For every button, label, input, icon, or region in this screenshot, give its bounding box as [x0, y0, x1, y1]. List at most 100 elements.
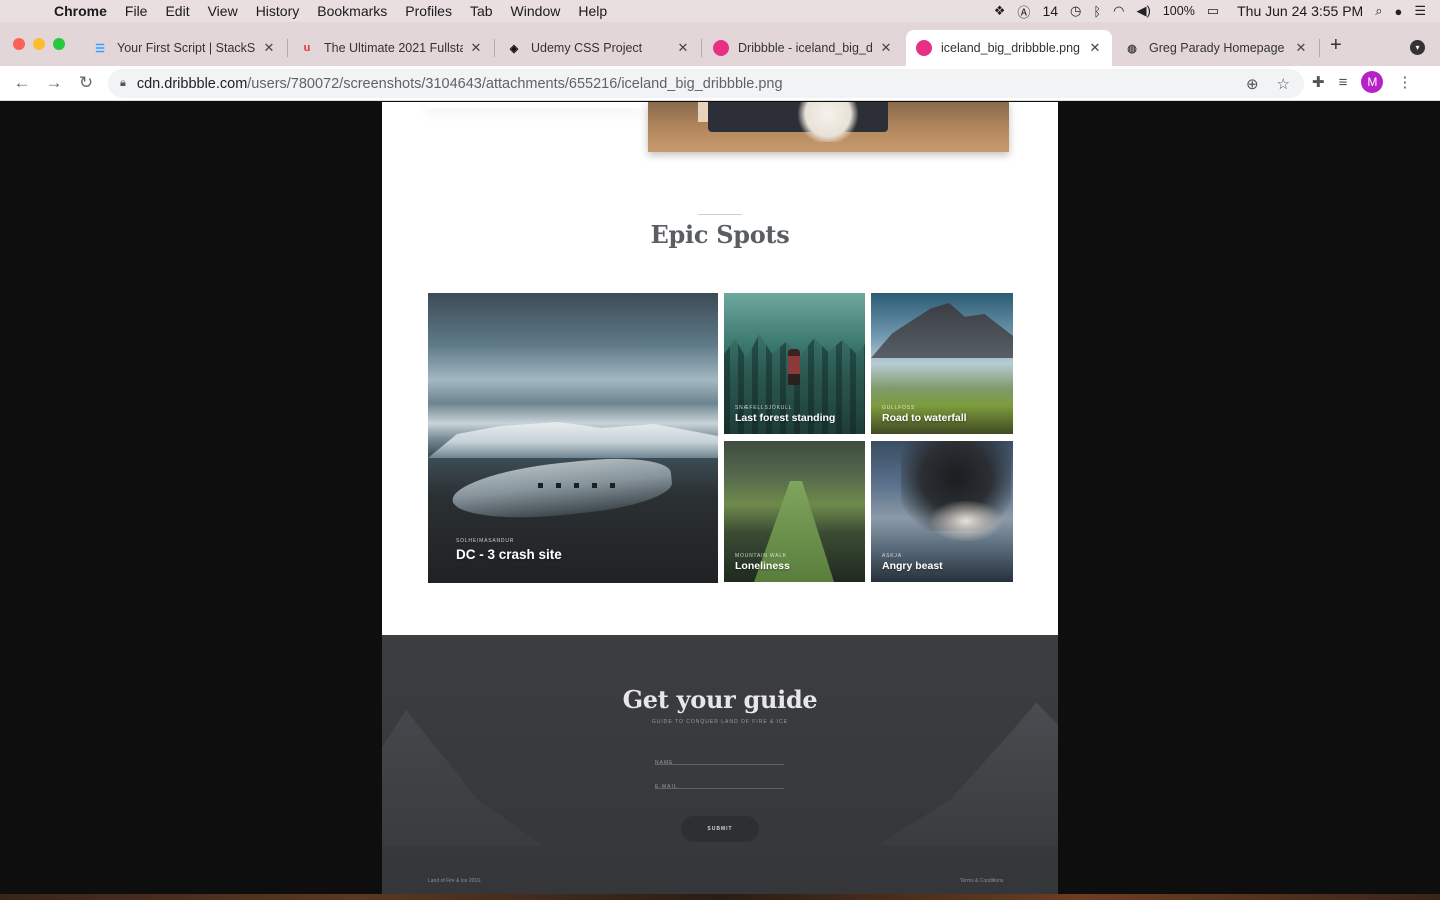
- spot-name: Angry beast: [882, 560, 943, 572]
- tab-title: The Ultimate 2021 Fullsta: [324, 41, 463, 55]
- close-tab-icon[interactable]: ✕: [879, 40, 893, 56]
- tab-stackskills[interactable]: ☰ Your First Script | StackSk ✕: [82, 30, 286, 66]
- dribbble-icon: [916, 40, 932, 56]
- spot-card-road-to-waterfall[interactable]: GULLFOSS Road to waterfall: [871, 293, 1013, 434]
- new-tab-button[interactable]: +: [1330, 34, 1342, 57]
- battery-percent: 100%: [1162, 4, 1195, 18]
- desktop-wallpaper-strip: [0, 894, 1440, 900]
- spot-name: Loneliness: [735, 560, 790, 572]
- forward-icon[interactable]: →: [38, 73, 70, 93]
- url-path: /users/780072/screenshots/3104643/attach…: [247, 75, 783, 92]
- stackskills-icon: ☰: [95, 42, 105, 55]
- spot-card-angry-beast[interactable]: ASKJA Angry beast: [871, 441, 1013, 582]
- wifi-icon[interactable]: ◠: [1113, 3, 1124, 19]
- chrome-menu-icon[interactable]: ⋮: [1397, 73, 1412, 91]
- guide-signup-section: Get your guide GUIDE TO CONQUER LAND OF …: [382, 635, 1058, 900]
- control-center-icon[interactable]: ☰: [1414, 3, 1426, 19]
- tab-title: Dribbble - iceland_big_dr: [738, 41, 873, 55]
- siri-icon[interactable]: ●: [1394, 4, 1402, 19]
- menu-bookmarks[interactable]: Bookmarks: [308, 3, 396, 19]
- tab-iceland-png-active[interactable]: iceland_big_dribbble.png ✕: [906, 30, 1112, 66]
- email-input[interactable]: [655, 780, 784, 794]
- section-title: Epic Spots: [650, 220, 790, 249]
- time-machine-icon[interactable]: ◷: [1070, 3, 1081, 19]
- section-divider: [698, 214, 742, 215]
- fullscreen-window-button[interactable]: [53, 38, 65, 50]
- codepen-icon: ◈: [509, 42, 519, 55]
- bluetooth-icon[interactable]: ᛒ: [1093, 4, 1101, 19]
- close-tab-icon[interactable]: ✕: [676, 40, 690, 56]
- menu-help[interactable]: Help: [569, 3, 616, 19]
- profile-avatar[interactable]: M: [1361, 71, 1384, 93]
- tab-dribbble-shot[interactable]: Dribbble - iceland_big_dr ✕: [703, 30, 903, 66]
- page-viewport: Epic Spots SOLHEIMASANDUR DC - 3 crash s…: [0, 102, 1440, 900]
- name-field[interactable]: [655, 751, 784, 770]
- submit-button[interactable]: SUBMIT: [681, 816, 759, 842]
- close-tab-icon[interactable]: ✕: [1088, 40, 1102, 56]
- lock-icon[interactable]: 🔒︎: [120, 77, 126, 90]
- close-tab-icon[interactable]: ✕: [262, 40, 276, 56]
- menu-edit[interactable]: Edit: [156, 3, 198, 19]
- menubar-clock[interactable]: Thu Jun 24 3:55 PM: [1237, 3, 1363, 19]
- back-icon[interactable]: ←: [6, 73, 38, 93]
- bedroom-photo: [648, 102, 1009, 152]
- tab-title: Greg Parady Homepage: [1149, 41, 1285, 55]
- macos-menu-bar: Chrome File Edit View History Bookmarks …: [0, 0, 1440, 22]
- browser-toolbar: ← → ↻ 🔒︎ cdn.dribbble.com/users/780072/s…: [0, 66, 1440, 101]
- spot-location: MOUNTAIN WALK: [735, 553, 788, 559]
- tab-strip: ☰ Your First Script | StackSk ✕ u The Ul…: [0, 22, 1440, 66]
- url-host: cdn.dribbble.com: [136, 75, 248, 92]
- adobe-icon[interactable]: Ⓐ: [1017, 2, 1030, 21]
- notification-count: 14: [1042, 3, 1059, 19]
- menu-app-chrome[interactable]: Chrome: [54, 3, 116, 19]
- copyright-text: Land of Fire & Ice 2016.: [428, 878, 482, 884]
- tab-greg-parady[interactable]: ◍ Greg Parady Homepage ✕: [1114, 30, 1318, 66]
- tab-title: iceland_big_dribbble.png: [941, 41, 1081, 55]
- spot-location: ASKJA: [882, 553, 902, 559]
- menu-view[interactable]: View: [199, 3, 247, 19]
- zoom-icon[interactable]: ⊕: [1246, 75, 1259, 93]
- menu-file[interactable]: File: [116, 3, 157, 19]
- iceland-landing-image: Epic Spots SOLHEIMASANDUR DC - 3 crash s…: [382, 102, 1058, 900]
- spot-location: SNÆFELLSJÖKULL: [735, 405, 793, 411]
- dribbble-icon: [713, 40, 729, 56]
- menu-history[interactable]: History: [247, 3, 309, 19]
- spot-card-last-forest-standing[interactable]: SNÆFELLSJÖKULL Last forest standing: [724, 293, 865, 434]
- info-card-bottom-edge: [426, 102, 642, 108]
- spot-name: Last forest standing: [735, 412, 836, 424]
- close-tab-icon[interactable]: ✕: [1294, 40, 1308, 56]
- menu-window[interactable]: Window: [502, 3, 570, 19]
- email-field[interactable]: [655, 775, 784, 794]
- udemy-icon: u: [303, 42, 311, 54]
- guide-subtitle: GUIDE TO CONQUER LAND OF FIRE & ICE: [651, 719, 789, 725]
- spot-card-loneliness[interactable]: MOUNTAIN WALK Loneliness: [724, 441, 865, 582]
- minimize-window-button[interactable]: [33, 38, 45, 50]
- spot-name: Road to waterfall: [882, 412, 967, 424]
- tab-title: Your First Script | StackSk: [117, 41, 256, 55]
- volume-icon[interactable]: ◀): [1137, 3, 1151, 19]
- name-input[interactable]: [655, 756, 784, 770]
- tab-title: Udemy CSS Project: [531, 41, 643, 55]
- spot-location: GULLFOSS: [882, 405, 916, 411]
- spot-name: DC - 3 crash site: [456, 547, 562, 562]
- globe-icon: ◍: [1127, 42, 1137, 55]
- spot-location: SOLHEIMASANDUR: [456, 538, 515, 544]
- tab-udemy-fullstack[interactable]: u The Ultimate 2021 Fullsta ✕: [289, 30, 493, 66]
- terms-link[interactable]: Terms & Conditions: [960, 878, 1003, 884]
- menu-tab[interactable]: Tab: [461, 3, 502, 19]
- dropbox-icon[interactable]: ❖: [994, 3, 1006, 19]
- spot-card-dc3-crash-site[interactable]: SOLHEIMASANDUR DC - 3 crash site: [428, 293, 718, 583]
- close-tab-icon[interactable]: ✕: [469, 40, 483, 56]
- menu-profiles[interactable]: Profiles: [396, 3, 461, 19]
- guide-title: Get your guide: [622, 685, 818, 714]
- address-bar[interactable]: 🔒︎ cdn.dribbble.com/users/780072/screens…: [108, 69, 1304, 98]
- spotlight-search-icon[interactable]: ⌕: [1375, 3, 1382, 19]
- tab-udemy-css-project[interactable]: ◈ Udemy CSS Project ✕: [496, 30, 700, 66]
- tab-search-icon[interactable]: ▾: [1410, 40, 1425, 55]
- close-window-button[interactable]: [13, 38, 25, 50]
- extensions-puzzle-icon[interactable]: ✚: [1312, 73, 1325, 91]
- battery-icon[interactable]: ▭: [1207, 3, 1219, 19]
- bookmark-star-icon[interactable]: ☆: [1277, 75, 1290, 93]
- reload-icon[interactable]: ↻: [70, 73, 102, 93]
- media-controls-icon[interactable]: ≡: [1339, 74, 1348, 91]
